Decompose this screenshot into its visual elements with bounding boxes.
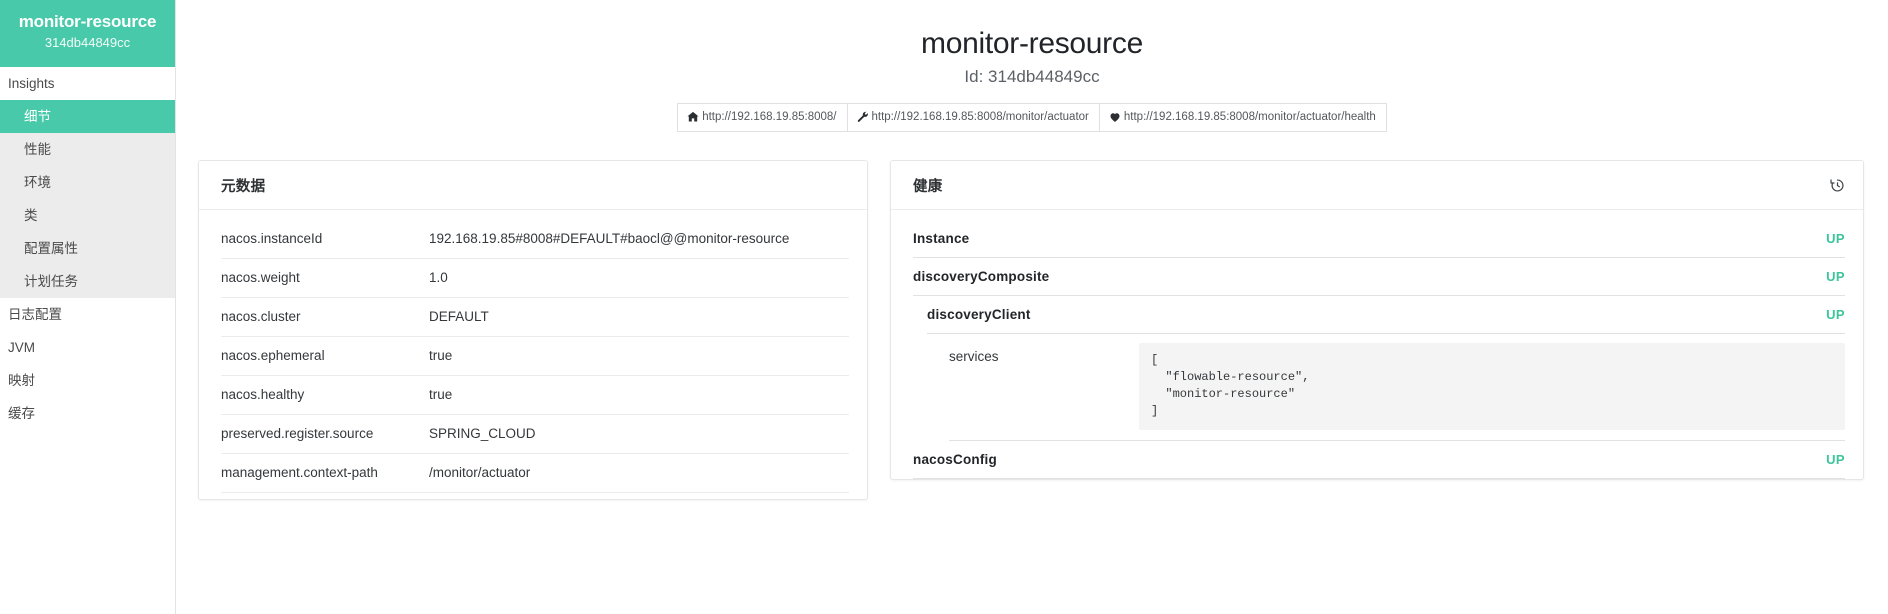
health-detail-key: services <box>949 349 999 364</box>
health-name: nacosConfig <box>913 452 997 467</box>
metadata-key: management.context-path <box>221 465 378 480</box>
metadata-panel-header: 元数据 <box>199 161 867 210</box>
sidebar-item-environment[interactable]: 环境 <box>0 166 175 199</box>
metadata-value: SPRING_CLOUD <box>429 426 536 441</box>
sidebar-item-details[interactable]: 细节 <box>0 100 175 133</box>
home-icon <box>687 111 699 123</box>
sidebar-brand-id: 314db44849cc <box>44 35 131 50</box>
metadata-panel-title: 元数据 <box>221 179 266 195</box>
health-row-discovery-client: discoveryClient UP <box>927 296 1845 334</box>
metadata-key: nacos.healthy <box>221 387 305 402</box>
metadata-value: true <box>429 348 453 363</box>
status-badge: UP <box>1826 231 1845 246</box>
page-title: monitor-resource <box>921 27 1143 60</box>
metadata-value: DEFAULT <box>429 309 489 324</box>
sidebar-item-performance[interactable]: 性能 <box>0 133 175 166</box>
sidebar-section-insights: Insights <box>0 67 175 100</box>
table-row: management.context-path /monitor/actuato… <box>221 454 849 493</box>
sidebar-item-jvm[interactable]: JVM <box>0 331 175 364</box>
link-button-health[interactable]: http://192.168.19.85:8008/monitor/actuat… <box>1098 103 1387 132</box>
sidebar-item-classes[interactable]: 类 <box>0 199 175 232</box>
metadata-key: nacos.ephemeral <box>221 348 325 363</box>
metadata-key: preserved.register.source <box>221 426 374 441</box>
health-name: discoveryComposite <box>913 269 1050 284</box>
instance-links-group: http://192.168.19.85:8008/ http://192.16… <box>176 103 1888 132</box>
health-name: Instance <box>913 231 970 246</box>
table-row: preserved.register.source SPRING_CLOUD <box>221 415 849 454</box>
link-button-home[interactable]: http://192.168.19.85:8008/ <box>677 103 848 132</box>
main-content: monitor-resource Id: 314db44849cc http:/… <box>176 0 1888 614</box>
sidebar-item-mappings[interactable]: 映射 <box>0 364 175 397</box>
sidebar-item-caches[interactable]: 缓存 <box>0 397 175 430</box>
heart-icon <box>1109 111 1121 123</box>
health-row-nacos-config: nacosConfig UP <box>913 441 1845 479</box>
table-row: nacos.instanceId 192.168.19.85#8008#DEFA… <box>221 220 849 259</box>
status-badge: UP <box>1826 307 1845 322</box>
history-icon[interactable] <box>1830 178 1845 193</box>
health-row-discovery-composite: discoveryComposite UP <box>913 258 1845 296</box>
status-badge: UP <box>1826 269 1845 284</box>
health-panel-body: Instance UP discoveryComposite UP discov… <box>891 210 1863 479</box>
sidebar-item-loggers[interactable]: 日志配置 <box>0 298 175 331</box>
link-button-health-label: http://192.168.19.85:8008/monitor/actuat… <box>1123 111 1376 123</box>
metadata-value: /monitor/actuator <box>429 465 531 480</box>
metadata-value: 1.0 <box>429 270 448 285</box>
panels-container: 元数据 nacos.instanceId 192.168.19.85#8008#… <box>176 160 1888 500</box>
page-subtitle-id: Id: 314db44849cc <box>964 67 1100 86</box>
sidebar-brand-title: monitor-resource <box>18 12 157 31</box>
metadata-panel: 元数据 nacos.instanceId 192.168.19.85#8008#… <box>198 160 868 500</box>
health-panel-title: 健康 <box>913 179 943 195</box>
page-header: monitor-resource Id: 314db44849cc <box>176 0 1888 89</box>
sidebar-item-scheduled-tasks[interactable]: 计划任务 <box>0 265 175 298</box>
metadata-value: true <box>429 387 453 402</box>
wrench-icon <box>857 111 869 123</box>
link-button-actuator-label: http://192.168.19.85:8008/monitor/actuat… <box>871 111 1089 123</box>
sidebar-item-configprops[interactable]: 配置属性 <box>0 232 175 265</box>
metadata-key: nacos.cluster <box>221 309 301 324</box>
link-button-actuator[interactable]: http://192.168.19.85:8008/monitor/actuat… <box>846 103 1100 132</box>
table-row: nacos.weight 1.0 <box>221 259 849 298</box>
sidebar-insights-group: 细节 性能 环境 类 配置属性 计划任务 <box>0 100 175 298</box>
services-json-block: [ "flowable-resource", "monitor-resource… <box>1139 343 1845 430</box>
app-root: monitor-resource 314db44849cc Insights 细… <box>0 0 1888 614</box>
metadata-panel-body: nacos.instanceId 192.168.19.85#8008#DEFA… <box>199 210 867 499</box>
health-name: discoveryClient <box>927 307 1031 322</box>
health-detail-services: services [ "flowable-resource", "monitor… <box>949 334 1845 441</box>
health-panel-header: 健康 <box>891 161 1863 210</box>
status-badge: UP <box>1826 452 1845 467</box>
link-button-home-label: http://192.168.19.85:8008/ <box>702 111 837 123</box>
health-row-instance: Instance UP <box>913 220 1845 258</box>
metadata-key: nacos.weight <box>221 270 300 285</box>
health-detail-value: [ "flowable-resource", "monitor-resource… <box>1139 343 1845 430</box>
metadata-value: 192.168.19.85#8008#DEFAULT#baocl@@monito… <box>429 231 790 246</box>
table-row: nacos.cluster DEFAULT <box>221 298 849 337</box>
sidebar-brand[interactable]: monitor-resource 314db44849cc <box>0 0 175 67</box>
table-row: nacos.healthy true <box>221 376 849 415</box>
sidebar: monitor-resource 314db44849cc Insights 细… <box>0 0 176 614</box>
metadata-key: nacos.instanceId <box>221 231 323 246</box>
table-row: nacos.ephemeral true <box>221 337 849 376</box>
health-panel: 健康 Instance UP discoveryComposite UP dis… <box>890 160 1864 480</box>
